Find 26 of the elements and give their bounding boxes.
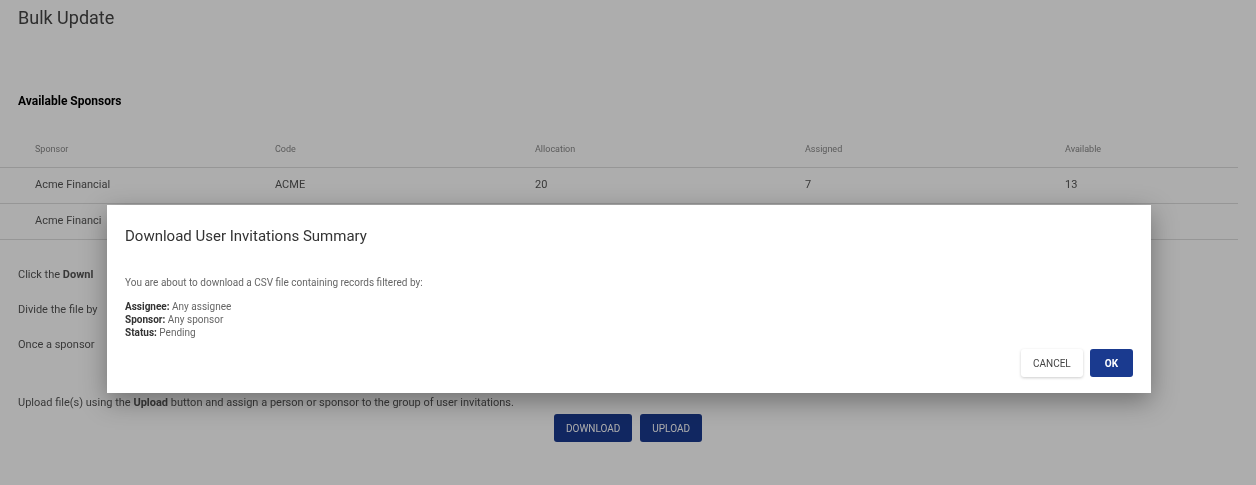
action-button[interactable]: DOWNLOAD [553, 414, 633, 442]
table-cell: 7 [805, 177, 812, 194]
table-cell: Acme Financial [35, 177, 111, 194]
filter-text: Assignee: Any assignee [125, 299, 232, 313]
table-cell: 13 [1065, 177, 1078, 194]
instruction-text: Upload file(s) using the Upload button and assign a person or sponsor to the group of user invitations. [18, 395, 514, 411]
dialog-message: You are about to download a CSV file containing records filtered by: [125, 275, 423, 290]
instruction-text: Once a sponsor [18, 337, 95, 353]
filter-text: Status: Pending [125, 325, 196, 339]
column-header: Assigned [805, 142, 843, 156]
table-cell: 20 [535, 177, 548, 194]
cancel-button[interactable]: CANCEL [1021, 349, 1083, 377]
instruction-text: Divide the file by [18, 302, 98, 318]
dialog-title: Download User Invitations Summary [125, 226, 367, 247]
column-header: Available [1065, 142, 1102, 156]
section-title: Available Sponsors [18, 93, 122, 110]
filter-text: Sponsor: Any sponsor [125, 312, 224, 326]
table-cell: ACME [275, 177, 306, 194]
instruction-text: Click the Downl [18, 267, 94, 283]
page-title: Bulk Update [18, 6, 115, 30]
column-header: Code [275, 142, 296, 156]
column-header: Allocation [535, 142, 576, 156]
ok-button[interactable]: OK [1089, 349, 1133, 377]
action-button[interactable]: UPLOAD [640, 414, 703, 442]
column-header: Sponsor [35, 142, 69, 156]
table-cell: Acme Financi [35, 213, 102, 230]
